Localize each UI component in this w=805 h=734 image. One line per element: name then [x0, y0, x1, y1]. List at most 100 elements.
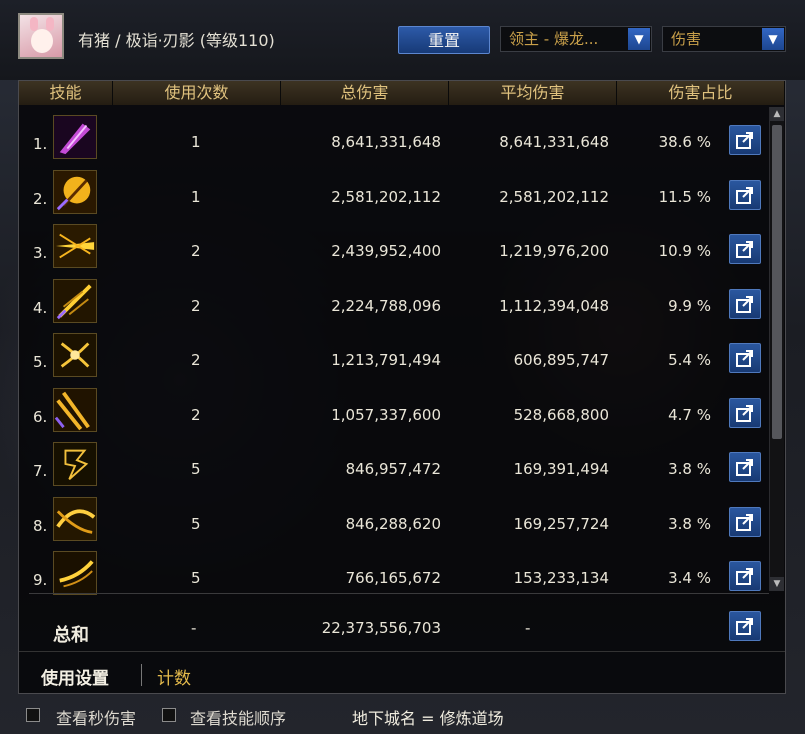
row-avg-damage: 528,668,800	[513, 405, 609, 424]
top-bar: 有猪 / 极诣·刃影 (等级110) 重置 领主 - 爆龙... ▼ 伤害 ▼	[0, 0, 805, 80]
share-button[interactable]	[729, 506, 761, 537]
share-summary-button[interactable]	[729, 611, 761, 641]
row-rank: 1.	[33, 135, 48, 153]
row-rank: 2.	[33, 189, 48, 208]
row-uses: 1	[191, 133, 201, 151]
skill-icon	[53, 496, 97, 541]
show-dps-checkbox[interactable]	[26, 708, 40, 722]
summary-total: 22,373,556,703	[321, 619, 441, 637]
bottom-bar: 查看秒伤害 查看技能顺序 地下城名 = 修炼道场	[0, 700, 805, 734]
col-avg: 平均伤害	[449, 81, 617, 105]
scroll-down-icon[interactable]: ▼	[770, 577, 784, 591]
row-avg-damage: 1,112,394,048	[499, 296, 609, 315]
summary-avg: -	[525, 619, 531, 637]
row-avg-damage: 2,581,202,112	[499, 187, 609, 206]
row-rank: 6.	[33, 407, 48, 426]
row-total-damage: 2,581,202,112	[331, 187, 441, 206]
share-button[interactable]	[729, 397, 761, 428]
show-order-checkbox[interactable]	[162, 708, 176, 722]
tab-divider	[141, 664, 142, 686]
table-row: 2. 1 2,581,202,112 2,581,202,112 11.5 %	[19, 162, 771, 216]
row-damage-pct: 4.7 %	[668, 405, 711, 424]
scroll-up-icon[interactable]: ▲	[770, 107, 784, 121]
share-button[interactable]	[729, 125, 761, 155]
share-icon	[736, 459, 753, 476]
share-button[interactable]	[729, 343, 761, 373]
row-uses: 2	[191, 296, 201, 315]
share-button[interactable]	[729, 234, 761, 264]
table-row: 3. 2 2,439,952,400 1,219,976,200 10.9 %	[19, 216, 771, 270]
col-skill: 技能	[19, 81, 113, 105]
row-avg-damage: 1,219,976,200	[499, 242, 609, 260]
share-icon	[736, 295, 753, 313]
scroll-thumb[interactable]	[772, 125, 782, 439]
row-damage-pct: 3.4 %	[668, 569, 711, 587]
damage-stats-panel: 技能 使用次数 总伤害 平均伤害 伤害占比 1. 1 8,641,331,648 8,…	[18, 80, 786, 694]
divider	[29, 593, 769, 594]
share-button[interactable]	[729, 288, 761, 319]
row-uses: 2	[191, 351, 201, 369]
character-avatar	[18, 13, 64, 59]
target-select[interactable]: 领主 - 爆龙... ▼	[500, 26, 652, 52]
col-uses: 使用次数	[113, 81, 281, 105]
reset-button[interactable]: 重置	[398, 26, 490, 54]
row-total-damage: 8,641,331,648	[331, 133, 441, 151]
row-avg-damage: 169,257,724	[513, 514, 609, 533]
row-rank: 4.	[33, 298, 48, 317]
share-icon	[736, 132, 753, 149]
show-order-label: 查看技能顺序	[190, 709, 287, 728]
skill-icon	[53, 224, 97, 268]
table-row: 9. 5 766,165,672 153,233,134 3.4 %	[19, 543, 771, 597]
row-rank: 7.	[33, 462, 48, 480]
tab-count[interactable]: 计数	[157, 664, 191, 689]
row-uses: 5	[191, 569, 201, 587]
mode-select[interactable]: 伤害 ▼	[662, 26, 786, 52]
row-uses: 2	[191, 242, 201, 260]
row-total-damage: 2,224,788,096	[331, 296, 441, 315]
player-info: 有猪 / 极诣·刃影 (等级110)	[78, 31, 275, 50]
row-avg-damage: 153,233,134	[513, 569, 609, 587]
skill-icon	[53, 169, 97, 214]
summary-label: 总和	[53, 625, 89, 646]
table-row: 4. 2 2,224,788,096 1,112,394,048 9.9 %	[19, 271, 771, 325]
skill-icon	[53, 442, 97, 486]
share-icon	[736, 241, 753, 258]
row-damage-pct: 3.8 %	[668, 514, 711, 533]
table-row: 8. 5 846,288,620 169,257,724 3.8 %	[19, 489, 771, 543]
row-rank: 3.	[33, 244, 48, 262]
table-row: 6. 2 1,057,337,600 528,668,800 4.7 %	[19, 380, 771, 434]
scrollbar[interactable]: ▲ ▼	[769, 107, 784, 591]
row-uses: 2	[191, 405, 201, 424]
show-dps-label: 查看秒伤害	[56, 709, 137, 728]
chevron-down-icon[interactable]: ▼	[762, 28, 784, 50]
row-rank: 8.	[33, 516, 48, 535]
mode-select-value: 伤害	[671, 30, 702, 48]
row-total-damage: 846,957,472	[345, 460, 441, 478]
tab-settings[interactable]: 使用设置	[41, 664, 109, 689]
row-avg-damage: 8,641,331,648	[499, 133, 609, 151]
skill-icon	[53, 278, 97, 323]
row-total-damage: 2,439,952,400	[331, 242, 441, 260]
table-row: 7. 5 846,957,472 169,391,494 3.8 %	[19, 434, 771, 488]
target-select-value: 领主 - 爆龙...	[509, 30, 599, 48]
col-total: 总伤害	[281, 81, 449, 105]
table-header: 技能 使用次数 总伤害 平均伤害 伤害占比	[19, 81, 785, 105]
summary-uses: -	[191, 619, 197, 637]
share-icon	[736, 618, 753, 635]
row-damage-pct: 10.9 %	[658, 242, 711, 260]
chevron-down-icon[interactable]: ▼	[628, 28, 650, 50]
row-avg-damage: 606,895,747	[513, 351, 609, 369]
share-icon	[736, 513, 753, 531]
skill-icon	[53, 551, 97, 595]
share-button[interactable]	[729, 179, 761, 210]
share-icon	[736, 186, 753, 204]
table-row: 5. 2 1,213,791,494 606,895,747 5.4 %	[19, 325, 771, 379]
row-damage-pct: 5.4 %	[668, 351, 711, 369]
skill-icon	[53, 333, 97, 377]
row-total-damage: 1,213,791,494	[331, 351, 441, 369]
share-icon	[736, 568, 753, 585]
share-icon	[736, 404, 753, 422]
share-button[interactable]	[729, 452, 761, 482]
share-button[interactable]	[729, 561, 761, 591]
row-damage-pct: 11.5 %	[658, 187, 711, 206]
